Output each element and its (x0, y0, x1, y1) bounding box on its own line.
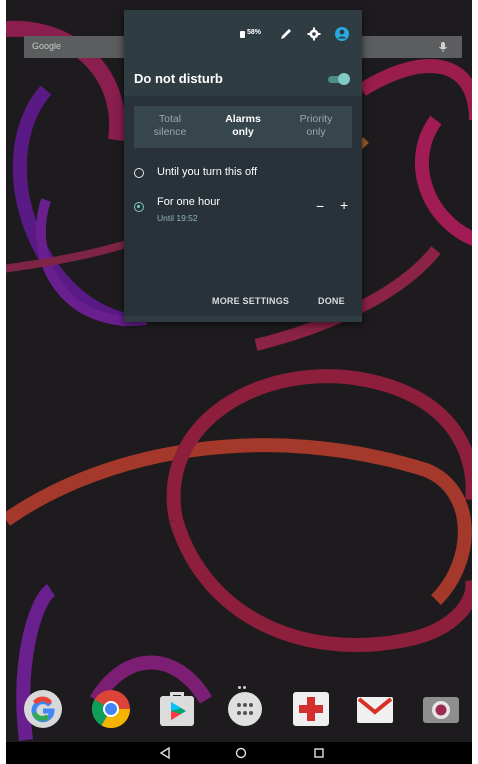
dnd-mode-selector: Total silence Alarms only Priority only (134, 106, 352, 148)
navigation-bar (6, 742, 472, 764)
dnd-header: Do not disturb (124, 65, 362, 95)
account-icon[interactable] (334, 26, 350, 42)
radio-for-one-hour[interactable] (134, 202, 144, 212)
radio-until-off[interactable] (134, 168, 144, 178)
more-settings-button[interactable]: MORE SETTINGS (212, 296, 289, 306)
pencil-icon[interactable] (278, 26, 294, 42)
dnd-toggle[interactable] (328, 73, 350, 85)
dnd-title: Do not disturb (134, 71, 223, 86)
search-label: Google (32, 41, 62, 51)
app-drawer-icon[interactable] (224, 688, 266, 730)
mode-label-line2: only (232, 126, 254, 138)
decrease-time-button[interactable]: − (316, 198, 324, 214)
battery-icon (240, 31, 245, 38)
toggle-knob (338, 73, 350, 85)
page-indicator (238, 676, 252, 689)
mode-alarms-only[interactable]: Alarms only (207, 113, 279, 139)
mode-label-line1: Total (158, 113, 182, 125)
option-for-one-hour[interactable]: For one hour Until 19:52 − + (134, 196, 352, 226)
mode-label-line2: only (306, 126, 326, 138)
option-until-off[interactable]: Until you turn this off (134, 166, 352, 182)
increase-time-button[interactable]: + (340, 197, 348, 213)
battery-indicator: 58% (240, 29, 268, 41)
mode-label-line1: Alarms (225, 113, 261, 125)
mode-label-line2: silence (153, 126, 187, 138)
mode-label-line1: Priority (299, 113, 333, 125)
home-screen: Google 58% Do not disturb Total silence … (6, 0, 472, 764)
back-icon[interactable] (158, 746, 172, 760)
option-sublabel: Until 19:52 (157, 213, 198, 223)
battery-percent: 58% (247, 29, 262, 36)
gear-icon[interactable] (306, 26, 322, 42)
google-app-icon[interactable] (22, 688, 64, 730)
mode-priority-only[interactable]: Priority only (280, 113, 352, 139)
home-icon[interactable] (234, 746, 248, 760)
mode-total-silence[interactable]: Total silence (134, 113, 206, 139)
chrome-icon[interactable] (90, 688, 132, 730)
play-store-icon[interactable] (156, 688, 198, 730)
gmail-icon[interactable] (354, 688, 396, 730)
recents-icon[interactable] (312, 746, 326, 760)
camera-app-icon[interactable] (420, 688, 462, 730)
do-not-disturb-panel: 58% Do not disturb Total silence Alarms … (124, 10, 362, 322)
option-label: For one hour (157, 196, 220, 208)
mic-icon[interactable] (436, 40, 450, 54)
done-button[interactable]: DONE (318, 296, 345, 306)
option-label: Until you turn this off (157, 166, 258, 178)
health-app-icon[interactable] (290, 688, 332, 730)
quick-settings-header: 58% (124, 24, 362, 46)
